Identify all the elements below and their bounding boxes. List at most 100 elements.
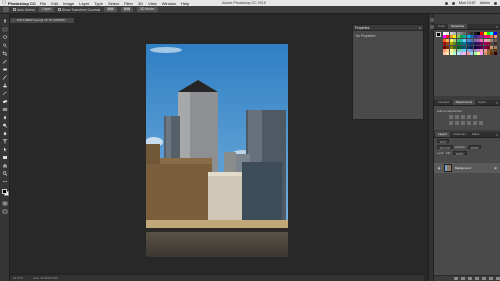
rectangle-tool-icon[interactable] [2,155,8,160]
battery-icon[interactable] [451,1,455,5]
wifi-icon[interactable] [444,1,448,5]
hue-saturation-icon[interactable] [449,121,453,125]
brush-tool-icon[interactable] [2,75,8,80]
zoom-tool-icon[interactable] [2,171,8,176]
close-document-icon[interactable]: × [13,18,15,22]
layer-thumbnail [444,164,452,172]
menu-file[interactable]: File [40,1,46,6]
opacity-input[interactable]: 100% [467,145,482,150]
properties-title[interactable]: Properties [355,26,370,30]
exposure-icon[interactable] [467,115,471,119]
history-brush-tool-icon[interactable] [2,91,8,96]
doc-size[interactable]: Doc: 34.3M/34.3M [33,275,58,281]
trash-icon[interactable] [496,277,500,280]
marquee-tool-icon[interactable] [2,27,8,32]
tab-adjustments[interactable]: Adjustments [452,100,476,105]
tab-paths[interactable]: Paths [469,132,483,137]
panel-menu-icon[interactable]: ≡ [496,24,498,30]
brightness-contrast-icon[interactable] [449,115,453,119]
swatch-foreground-color[interactable] [436,32,441,37]
menu-filter[interactable]: Filter [124,1,133,6]
menu-3d[interactable]: 3D [138,1,143,6]
menu-edit[interactable]: Edit [51,1,58,6]
visibility-eye-icon[interactable]: ◉ [437,166,441,170]
blur-tool-icon[interactable] [2,115,8,120]
spotlight-icon[interactable] [494,1,497,5]
lock-label: Lock: [437,151,445,155]
document-image[interactable] [146,44,288,257]
tab-libraries[interactable]: Libraries [435,100,453,105]
channel-mixer-icon[interactable] [473,121,477,125]
path-selection-tool-icon[interactable] [2,147,8,152]
lock-icon[interactable]: ▣ [494,166,497,170]
color-balance-icon[interactable] [455,121,459,125]
move-tool-preset-icon[interactable] [3,7,9,12]
panel-menu-icon[interactable]: ≡ [496,132,498,138]
blend-mode-select[interactable]: Normal [437,145,453,150]
layer-name[interactable]: Background [455,166,471,170]
eyedropper-tool-icon[interactable] [2,59,8,64]
adjustments-panel: Libraries Adjustments Styles ≡ Add an ad… [434,100,500,130]
menu-layer[interactable]: Layer [79,1,89,6]
zoom-level[interactable]: 16.67% [13,275,23,281]
foreground-color-swatch[interactable] [1,189,7,194]
align-buttons[interactable]: ▤▤ [104,7,117,12]
group-icon[interactable] [482,277,486,280]
levels-icon[interactable] [455,115,459,119]
curves-icon[interactable] [461,115,465,119]
auto-select-checkbox[interactable]: Auto-Select: [13,8,35,12]
user-menu[interactable]: Admin [480,1,490,5]
new-layer-icon[interactable] [489,277,493,280]
auto-select-dropdown[interactable]: Layer [39,7,54,12]
color-swatch[interactable] [493,52,497,56]
healing-brush-tool-icon[interactable] [2,67,8,72]
move-tool-icon[interactable] [2,19,8,24]
eraser-tool-icon[interactable] [2,99,8,104]
layer-row-background[interactable]: ◉ Background ▣ [434,163,500,173]
link-layers-icon[interactable] [454,277,458,280]
crop-tool-icon[interactable] [2,51,8,56]
layer-kind-filter[interactable]: Kind [437,139,450,144]
adjustment-layer-icon[interactable] [475,277,479,280]
fill-input[interactable]: 100% [452,151,467,156]
app-name-menu[interactable]: Photoshop CC [8,1,36,6]
distribute-buttons[interactable]: ▤▤ [120,7,134,12]
quick-select-tool-icon[interactable] [2,43,8,48]
show-transform-checkbox[interactable]: Show Transform Controls [57,8,100,12]
panel-menu-icon[interactable]: ≡ [496,100,498,106]
menu-select[interactable]: Select [108,1,119,6]
menu-type[interactable]: Type [94,1,103,6]
panel-menu-icon[interactable]: ≡ [419,25,421,31]
tab-layers[interactable]: Layers [435,132,451,137]
quick-mask-icon[interactable] [2,201,8,206]
fx-icon[interactable] [461,277,465,280]
tab-swatches[interactable]: Swatches [448,24,468,29]
tab-color[interactable]: Color [435,24,448,29]
menu-help[interactable]: Help [181,1,189,6]
screen-mode-icon[interactable] [2,209,8,214]
swatch-grid [443,32,497,56]
tab-styles[interactable]: Styles [475,100,489,105]
dodge-tool-icon[interactable] [2,123,8,128]
menu-window[interactable]: Window [162,1,176,6]
photo-filter-icon[interactable] [467,121,471,125]
layers-panel: Layers Channels Paths ≡ Kind Normal Opac… [434,132,500,281]
menu-image[interactable]: Image [63,1,74,6]
menu-view[interactable]: View [148,1,157,6]
type-tool-icon[interactable] [2,139,8,144]
properties-panel-header[interactable]: Properties ≡ [353,25,423,31]
properties-panel: Properties ≡ No Properties [352,24,424,120]
clone-stamp-tool-icon[interactable] [2,83,8,88]
hand-tool-icon[interactable] [2,163,8,168]
gradient-tool-icon[interactable] [2,107,8,112]
vibrance-icon[interactable] [473,115,477,119]
pen-tool-icon[interactable] [2,131,8,136]
tab-channels[interactable]: Channels [450,132,469,137]
more-tools-icon[interactable] [2,179,8,184]
lasso-tool-icon[interactable] [2,35,8,40]
3d-mode-buttons[interactable]: 3D Mode: [137,7,158,12]
mask-icon[interactable] [468,277,472,280]
black-white-icon[interactable] [461,121,465,125]
color-lookup-icon[interactable] [479,121,483,125]
clock[interactable]: Mon 13:57 [459,1,476,5]
